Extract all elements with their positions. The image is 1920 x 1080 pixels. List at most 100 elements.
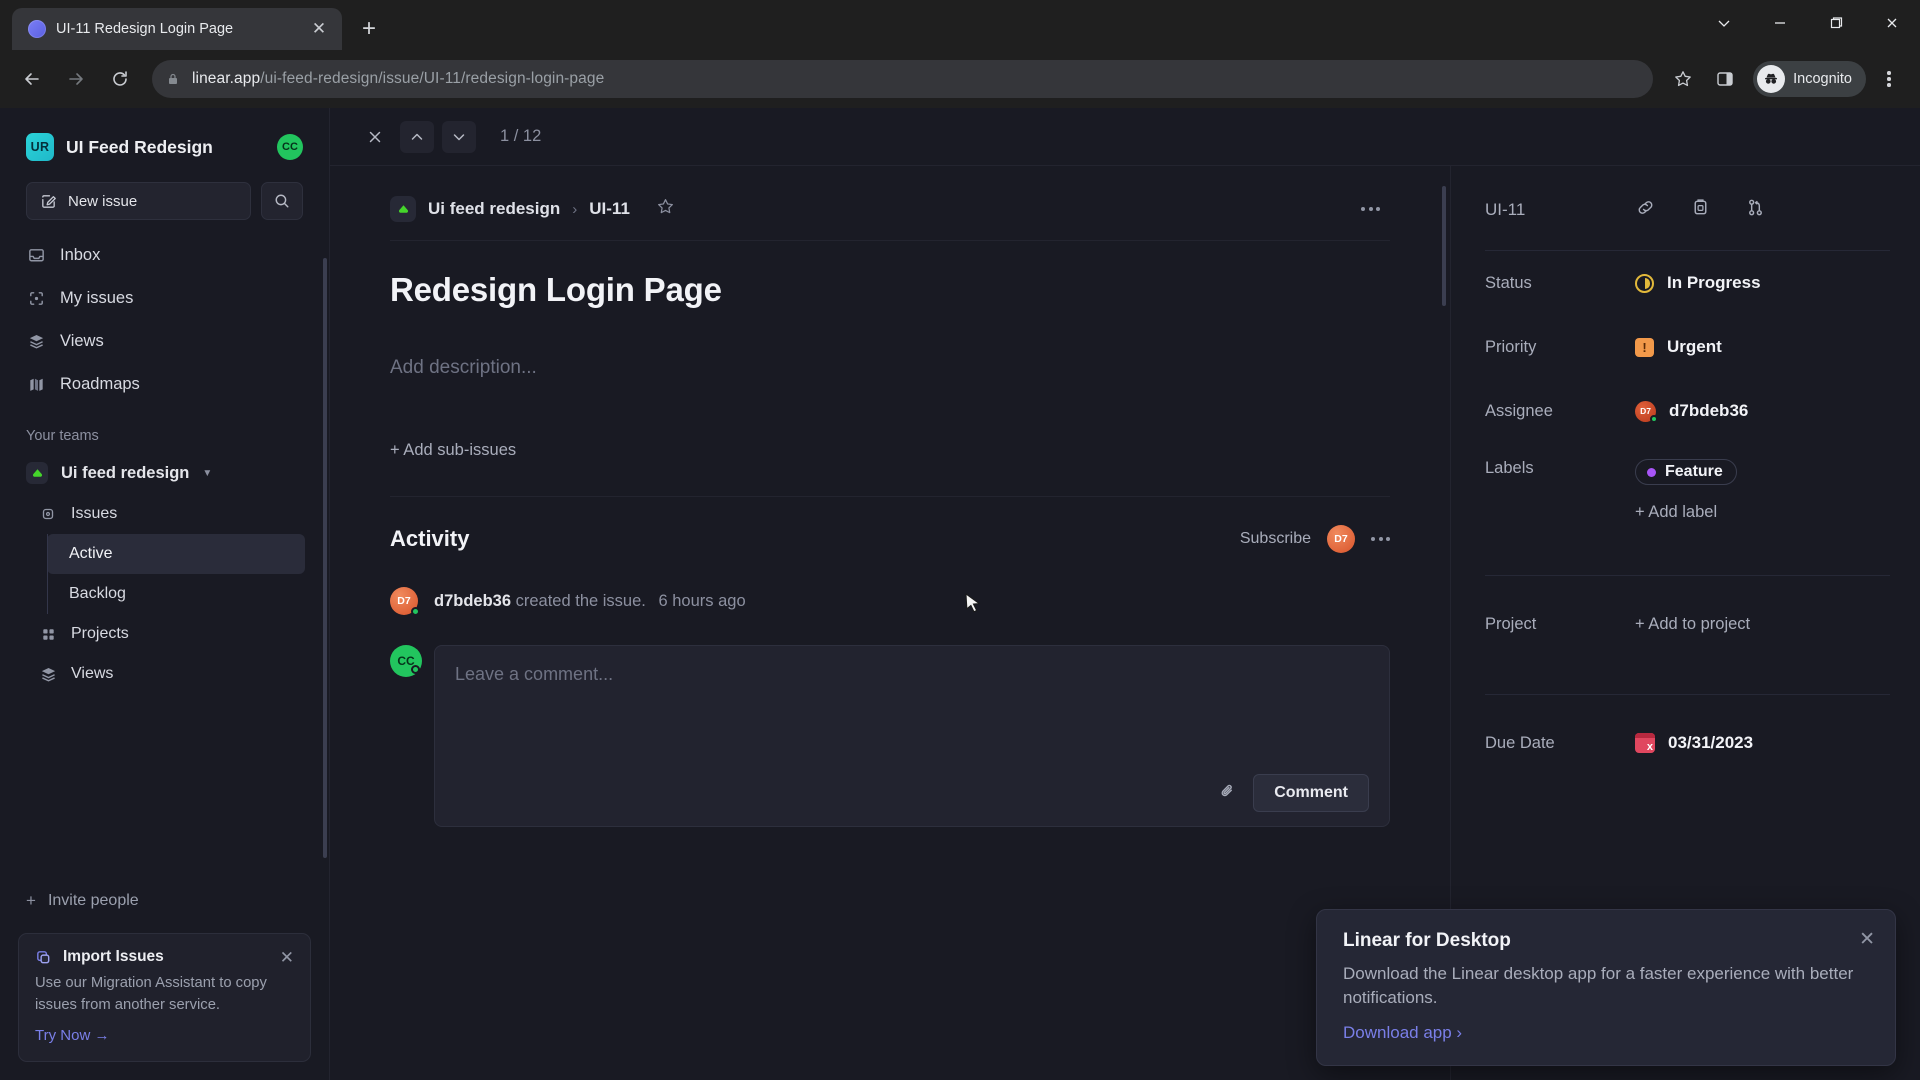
add-sub-issues-button[interactable]: + Add sub-issues	[390, 441, 1390, 460]
sidebar-item-label: My issues	[60, 289, 134, 307]
browser-menu-icon[interactable]	[1870, 60, 1908, 98]
maximize-icon[interactable]	[1808, 0, 1864, 46]
back-icon[interactable]	[12, 59, 52, 99]
calendar-icon: x	[1635, 733, 1655, 753]
comment-input[interactable]: Leave a comment... Comment	[434, 645, 1390, 827]
team-ui-feed-redesign[interactable]: Ui feed redesign ▼	[0, 452, 329, 494]
copy-icon[interactable]	[1690, 197, 1711, 223]
address-bar[interactable]: linear.app/ui-feed-redesign/issue/UI-11/…	[152, 60, 1654, 98]
attach-file-icon[interactable]	[1217, 781, 1237, 806]
workspace-name: UI Feed Redesign	[66, 136, 213, 157]
activity-entry-text: d7bdeb36 created the issue. 6 hours ago	[434, 592, 746, 611]
add-to-project-button[interactable]: + Add to project	[1635, 615, 1750, 634]
next-issue-icon[interactable]	[442, 120, 476, 153]
url-domain: linear.app	[192, 70, 261, 87]
search-icon	[275, 194, 289, 208]
desktop-app-toast: Linear for Desktop ✕ Download the Linear…	[1316, 908, 1896, 1066]
issue-options-menu-icon[interactable]	[1351, 207, 1390, 211]
sidebar-scrollbar[interactable]	[323, 258, 327, 858]
sidebar-item-active[interactable]: Active	[47, 534, 305, 574]
url-path: /ui-feed-redesign/issue/UI-11/redesign-l…	[260, 70, 605, 87]
sidebar-item-team-views[interactable]: Views	[14, 654, 315, 694]
breadcrumb-team[interactable]: Ui feed redesign	[428, 199, 560, 219]
activity-options-menu-icon[interactable]	[1371, 537, 1390, 541]
new-tab-button[interactable]: +	[352, 12, 386, 46]
breadcrumb-issue-id[interactable]: UI-11	[589, 199, 630, 219]
close-issue-icon[interactable]	[358, 121, 392, 153]
presence-dot-icon	[411, 665, 420, 674]
issue-counter: 1 / 12	[500, 127, 542, 145]
reload-icon[interactable]	[100, 59, 140, 99]
tab-search-icon[interactable]	[1696, 0, 1752, 46]
incognito-icon	[1757, 65, 1786, 93]
minimize-icon[interactable]	[1752, 0, 1808, 46]
activity-actions: Subscribe D7	[1240, 525, 1390, 553]
close-icon[interactable]: ✕	[1859, 928, 1875, 951]
projects-icon	[38, 626, 58, 643]
activity-entry-user: d7bdeb36	[434, 591, 512, 610]
main-scrollbar[interactable]	[1442, 186, 1446, 306]
sidebar-item-backlog[interactable]: Backlog	[47, 574, 305, 614]
sidebar-item-views[interactable]: Views	[14, 320, 315, 363]
assignee-name: d7bdeb36	[1669, 401, 1749, 420]
avatar[interactable]: CC	[277, 134, 303, 160]
sidebar-item-roadmaps[interactable]: Roadmaps	[14, 363, 315, 406]
property-row-status[interactable]: Status In Progress	[1485, 251, 1890, 315]
property-label: Assignee	[1485, 401, 1553, 420]
status-text: In Progress	[1667, 273, 1761, 292]
property-label: Labels	[1485, 459, 1534, 477]
tab-strip: UI-11 Redesign Login Page ✕ +	[0, 0, 1920, 50]
favorite-star-icon[interactable]	[656, 197, 675, 221]
add-label-button[interactable]: + Add label	[1635, 503, 1717, 522]
views-icon	[26, 332, 46, 351]
link-icon[interactable]	[1635, 197, 1656, 223]
sidebar-item-label: Issues	[71, 505, 118, 522]
sidebar-item-my-issues[interactable]: My issues	[14, 277, 315, 320]
sidebar-item-issues[interactable]: Issues	[14, 494, 315, 534]
sidebar-item-label: Views	[71, 665, 114, 682]
new-issue-button[interactable]: New issue	[26, 182, 251, 220]
activity-entry-time: 6 hours ago	[658, 591, 746, 610]
issue-navigation-bar: 1 / 12	[330, 108, 1920, 166]
property-row-assignee[interactable]: Assignee D7 d7bdeb36	[1485, 379, 1890, 443]
browser-tab[interactable]: UI-11 Redesign Login Page ✕	[12, 8, 342, 50]
property-value[interactable]: x 03/31/2023	[1635, 733, 1753, 753]
property-row-priority[interactable]: Priority ! Urgent	[1485, 315, 1890, 379]
invite-people-label: Invite people	[47, 892, 139, 910]
property-value[interactable]: ! Urgent	[1635, 337, 1722, 357]
sidebar-item-projects[interactable]: Projects	[14, 614, 315, 654]
property-value[interactable]: D7 d7bdeb36	[1635, 400, 1749, 423]
property-value[interactable]: In Progress	[1635, 273, 1761, 293]
property-row-due-date[interactable]: Due Date x 03/31/2023	[1485, 695, 1890, 791]
close-icon[interactable]: ✕	[280, 949, 294, 966]
sidebar-item-inbox[interactable]: Inbox	[14, 234, 315, 277]
close-tab-icon[interactable]: ✕	[306, 16, 332, 42]
download-app-link[interactable]: Download app ›	[1343, 1023, 1462, 1043]
try-now-link[interactable]: Try Now →	[35, 1027, 109, 1044]
previous-issue-icon[interactable]	[400, 120, 434, 153]
incognito-profile-button[interactable]: Incognito	[1753, 61, 1866, 97]
description-placeholder[interactable]: Add description...	[390, 357, 1390, 379]
sidebar-nav: Inbox My issues Views Roadmaps	[0, 220, 329, 406]
property-row-project[interactable]: Project + Add to project	[1485, 576, 1890, 672]
chevron-down-icon[interactable]: ▼	[202, 468, 212, 479]
branch-icon[interactable]	[1745, 197, 1766, 223]
close-window-icon[interactable]	[1864, 0, 1920, 46]
side-panel-icon[interactable]	[1705, 59, 1745, 99]
forward-icon[interactable]	[56, 59, 96, 99]
property-row-labels[interactable]: Labels Feature + Add label	[1485, 443, 1890, 553]
search-button[interactable]	[261, 182, 303, 220]
label-chip-feature[interactable]: Feature	[1635, 459, 1737, 485]
issue-views-group: Active Backlog	[47, 534, 329, 614]
issue-title[interactable]: Redesign Login Page	[390, 271, 1390, 309]
invite-people-button[interactable]: + Invite people	[0, 879, 329, 923]
breadcrumb: Ui feed redesign › UI-11	[390, 192, 1390, 226]
bookmark-star-icon[interactable]	[1665, 61, 1701, 97]
subscriber-avatar[interactable]: D7	[1327, 525, 1355, 553]
sidebar-item-label: Inbox	[60, 246, 101, 264]
subscribe-button[interactable]: Subscribe	[1240, 530, 1311, 548]
workspace-switcher[interactable]: UR UI Feed Redesign CC	[0, 126, 329, 168]
properties-header: UI-11	[1485, 192, 1890, 228]
browser-toolbar: linear.app/ui-feed-redesign/issue/UI-11/…	[0, 50, 1920, 108]
comment-submit-button[interactable]: Comment	[1253, 774, 1369, 812]
